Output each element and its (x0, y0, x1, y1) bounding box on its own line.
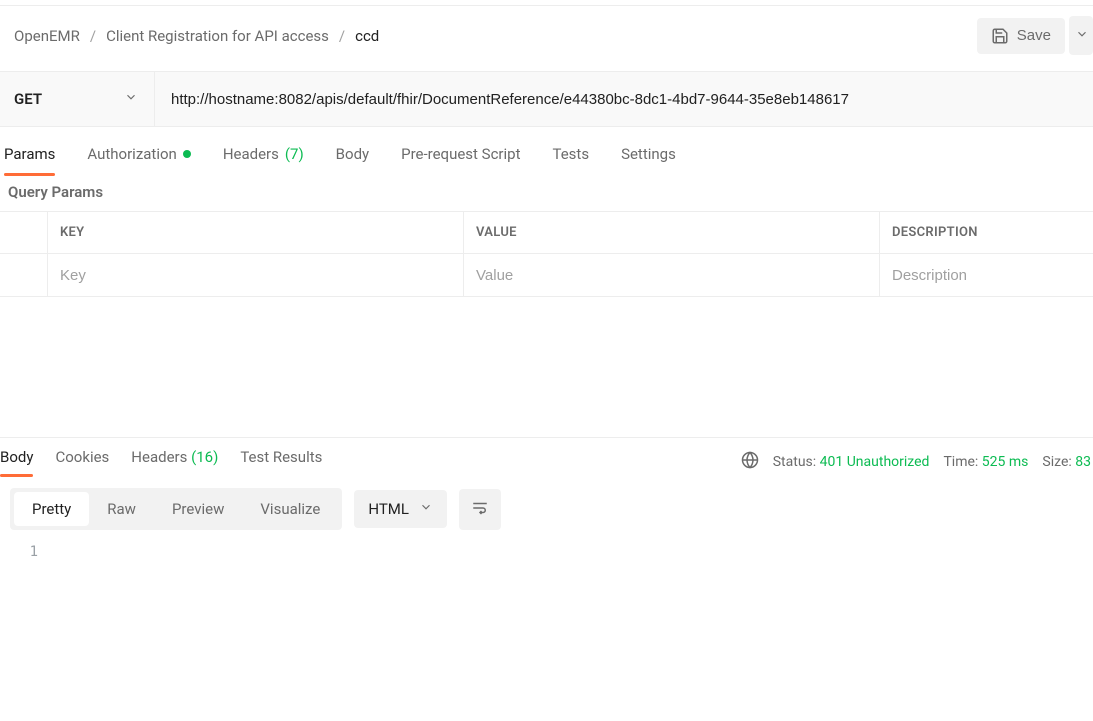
request-row: GET (0, 71, 1093, 127)
tab-prerequest[interactable]: Pre-request Script (401, 145, 520, 175)
method-label: GET (14, 90, 42, 108)
header: OpenEMR / Client Registration for API ac… (0, 6, 1093, 65)
response-status: Status: 401 Unauthorized Time: 525 ms Si… (741, 451, 1093, 473)
tab-authorization[interactable]: Authorization (87, 145, 190, 175)
resp-tab-cookies[interactable]: Cookies (55, 448, 109, 476)
resp-tab-headers[interactable]: Headers (16) (131, 448, 218, 476)
method-select[interactable]: GET (0, 72, 155, 126)
status-label: Status: (773, 454, 816, 470)
response-bar: Body Cookies Headers (16) Test Results S… (0, 437, 1093, 476)
resp-tab-test-results[interactable]: Test Results (240, 448, 322, 476)
view-pretty[interactable]: Pretty (14, 492, 89, 526)
status-value: 401 Unauthorized (820, 454, 930, 470)
param-value-input[interactable] (476, 267, 867, 284)
param-key-input[interactable] (60, 267, 451, 284)
view-visualize[interactable]: Visualize (242, 492, 338, 526)
view-preview[interactable]: Preview (154, 492, 242, 526)
param-description-input[interactable] (892, 267, 1081, 284)
wrap-icon (471, 499, 489, 517)
time-label: Time: (943, 454, 978, 470)
table-header-row: KEY VALUE DESCRIPTION (0, 212, 1093, 254)
breadcrumb-separator: / (90, 27, 96, 45)
url-input[interactable] (155, 72, 1093, 126)
tab-settings[interactable]: Settings (621, 145, 676, 175)
breadcrumb-separator: / (339, 27, 345, 45)
save-button-label: Save (1017, 27, 1051, 44)
view-raw[interactable]: Raw (89, 492, 154, 526)
column-key: KEY (48, 212, 464, 253)
breadcrumb-item[interactable]: Client Registration for API access (106, 27, 329, 45)
tab-tests[interactable]: Tests (552, 145, 589, 175)
save-button[interactable]: Save (977, 18, 1065, 54)
line-number: 1 (0, 544, 48, 560)
resp-tab-body[interactable]: Body (0, 448, 33, 476)
table-row (0, 254, 1093, 296)
tab-body[interactable]: Body (336, 145, 369, 175)
format-label: HTML (368, 500, 409, 518)
query-params-table: KEY VALUE DESCRIPTION (0, 211, 1093, 297)
view-controls: Pretty Raw Preview Visualize HTML (0, 476, 1093, 530)
wrap-lines-button[interactable] (459, 489, 501, 530)
column-description: DESCRIPTION (880, 212, 1093, 253)
breadcrumb: OpenEMR / Client Registration for API ac… (14, 27, 379, 45)
size-label: Size: (1042, 454, 1071, 470)
time-value: 525 ms (982, 454, 1029, 470)
chevron-down-icon (1075, 27, 1089, 41)
chevron-down-icon (419, 500, 433, 518)
globe-icon[interactable] (741, 451, 759, 473)
breadcrumb-item-current: ccd (355, 27, 379, 45)
column-value: VALUE (464, 212, 880, 253)
size-value: 83 (1075, 454, 1091, 470)
response-body: 1 (0, 530, 1093, 560)
tab-headers[interactable]: Headers (7) (223, 145, 304, 175)
breadcrumb-item[interactable]: OpenEMR (14, 27, 80, 45)
query-params-title: Query Params (0, 175, 1093, 211)
save-icon (991, 27, 1009, 45)
format-select[interactable]: HTML (354, 490, 447, 528)
view-mode-segmented: Pretty Raw Preview Visualize (10, 488, 342, 530)
response-tabs: Body Cookies Headers (16) Test Results (0, 448, 322, 476)
auth-indicator-icon (183, 150, 191, 158)
request-tabs: Params Authorization Headers (7) Body Pr… (0, 127, 1093, 175)
tab-params[interactable]: Params (4, 145, 55, 175)
chevron-down-icon (124, 90, 138, 108)
save-options-button[interactable] (1069, 16, 1093, 55)
